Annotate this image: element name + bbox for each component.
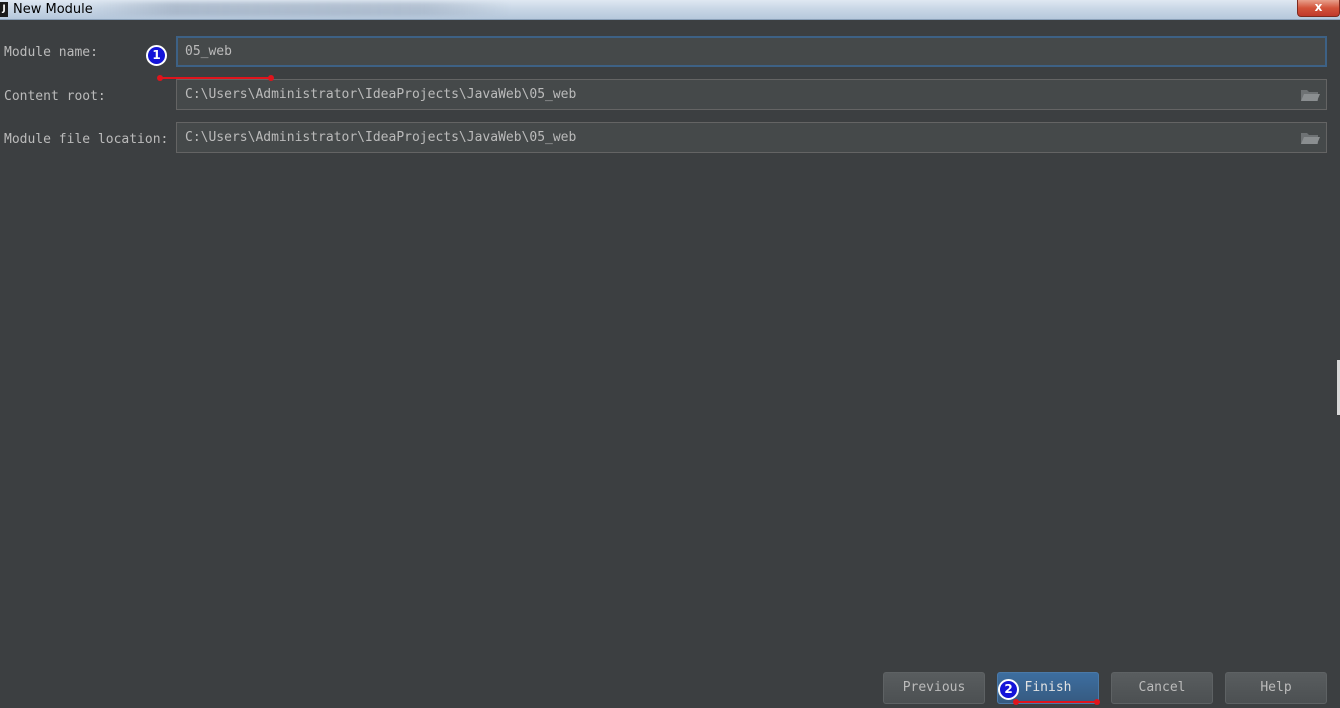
title-bar: J New Module x [0,0,1340,20]
module-file-location-value: C:\Users\Administrator\IdeaProjects\Java… [185,130,577,145]
module-file-location-label: Module file location: [4,132,169,147]
folder-icon[interactable] [1300,87,1320,103]
module-file-location-input[interactable]: C:\Users\Administrator\IdeaProjects\Java… [176,122,1327,153]
step-2-marker: 2 [998,679,1019,700]
content-root-input[interactable]: C:\Users\Administrator\IdeaProjects\Java… [176,79,1327,110]
folder-icon[interactable] [1300,130,1320,146]
module-name-value: 05_web [185,44,232,59]
previous-button[interactable]: Previous [883,672,985,704]
step-2-underline [1013,699,1100,705]
step-1-underline [157,75,274,81]
step-1-marker: 1 [146,45,167,66]
window-title: New Module [13,2,93,17]
module-name-label: Module name: [4,45,98,60]
content-root-value: C:\Users\Administrator\IdeaProjects\Java… [185,87,577,102]
help-button[interactable]: Help [1225,672,1327,704]
close-button[interactable]: x [1297,0,1340,17]
app-icon: J [0,2,8,17]
cancel-button[interactable]: Cancel [1111,672,1213,704]
content-root-label: Content root: [4,89,106,104]
module-name-input[interactable]: 05_web [176,36,1327,67]
